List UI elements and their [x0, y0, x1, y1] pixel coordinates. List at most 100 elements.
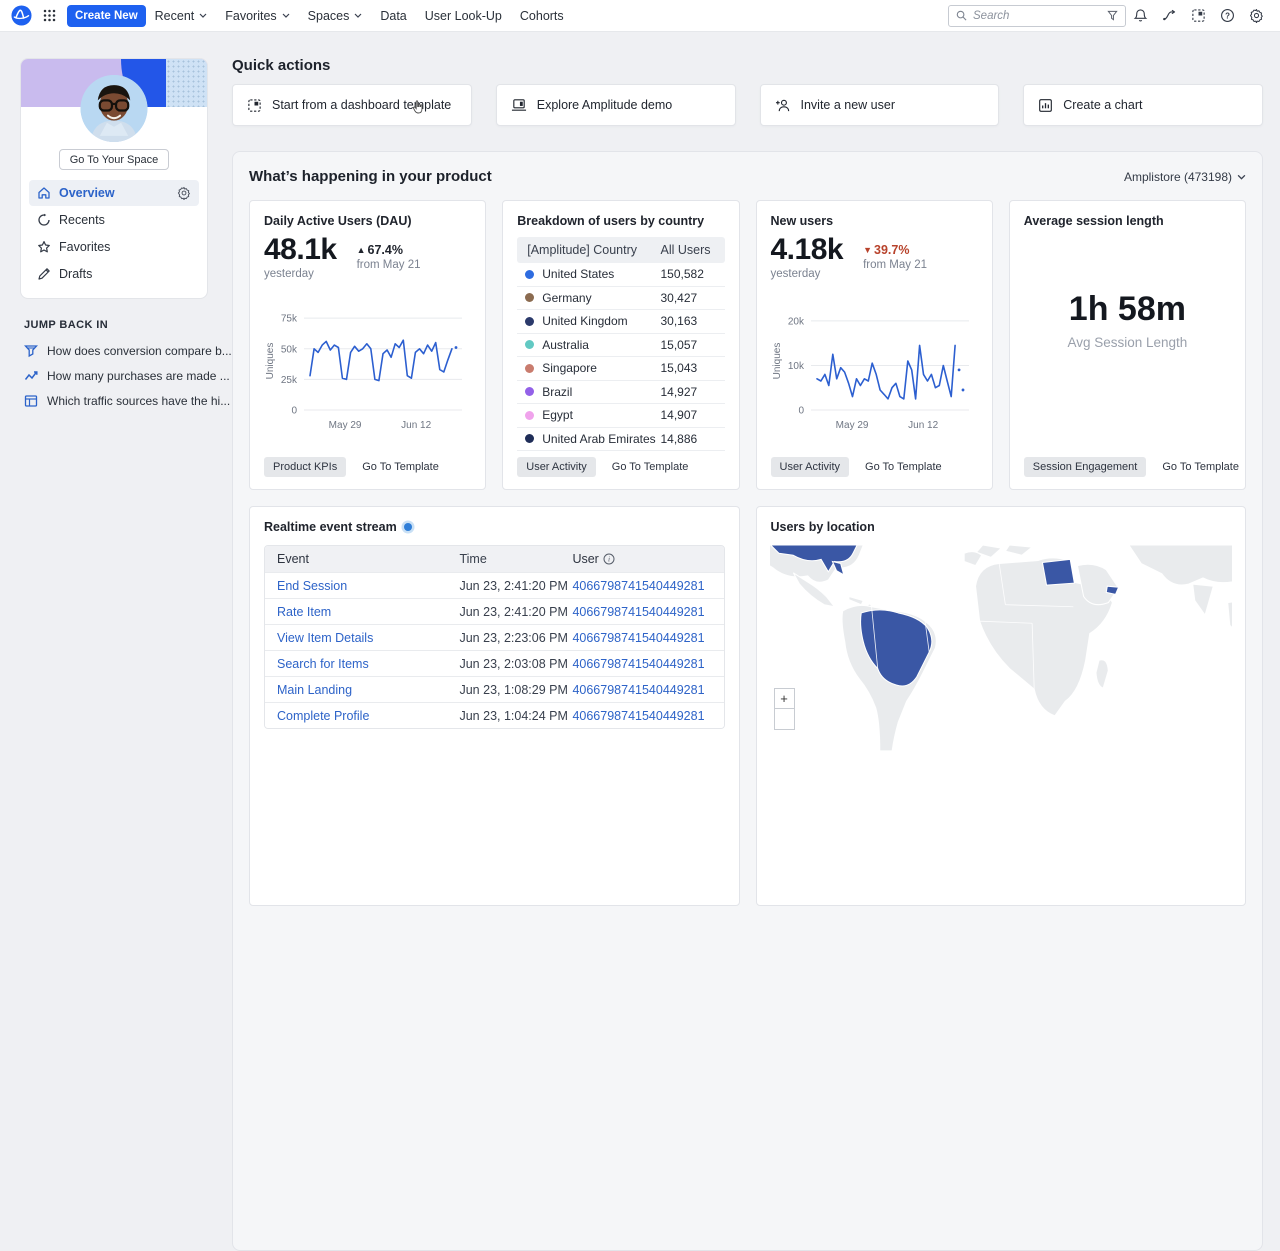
event-table-header: Event Time Useri — [265, 546, 724, 572]
quick-actions-title: Quick actions — [232, 57, 1263, 74]
go-to-template-link[interactable]: Go To Template — [865, 461, 942, 473]
jump-item-label: How does conversion compare b... — [47, 344, 232, 358]
country-value: 14,927 — [661, 385, 725, 399]
quick-action-dashboard-template[interactable]: Start from a dashboard template — [232, 84, 472, 126]
go-to-template-link[interactable]: Go To Template — [1162, 461, 1239, 473]
home-icon — [37, 186, 51, 200]
category-chip[interactable]: Session Engagement — [1024, 457, 1147, 477]
event-link[interactable]: View Item Details — [277, 631, 373, 645]
notifications-bell-icon[interactable] — [1126, 1, 1155, 30]
nav-favorites[interactable]: Favorites — [216, 0, 298, 32]
create-new-button[interactable]: Create New — [67, 5, 146, 27]
search-field[interactable] — [973, 10, 1101, 22]
demo-laptop-icon — [511, 98, 527, 112]
new-users-card-title: New users — [771, 214, 978, 228]
user-id-link[interactable]: 4066798741540449281 — [572, 605, 704, 619]
user-id-link[interactable]: 4066798741540449281 — [572, 683, 704, 697]
go-to-template-link[interactable]: Go To Template — [362, 461, 439, 473]
sidebar-item-drafts[interactable]: Drafts — [29, 261, 199, 287]
filter-funnel-icon[interactable] — [1107, 10, 1118, 21]
user-id-link[interactable]: 4066798741540449281 — [572, 709, 704, 723]
nav-cohorts[interactable]: Cohorts — [511, 0, 573, 32]
quick-action-explore-demo[interactable]: Explore Amplitude demo — [496, 84, 736, 126]
avg-session-caption: Avg Session Length — [1024, 335, 1231, 350]
country-name: United Arab Emirates — [542, 432, 660, 446]
quick-action-invite-user[interactable]: Invite a new user — [760, 84, 1000, 126]
project-selector[interactable]: Amplistore (473198) — [1124, 170, 1246, 184]
line-chart-icon — [24, 369, 38, 383]
new-users-delta-caption: from May 21 — [863, 259, 927, 271]
event-time: Jun 23, 1:04:24 PM — [459, 709, 572, 723]
sidebar-item-recents[interactable]: Recents — [29, 207, 199, 233]
svg-text:10k: 10k — [787, 360, 804, 371]
event-row: View Item Details Jun 23, 2:23:06 PM 406… — [265, 624, 724, 650]
series-color-dot — [525, 317, 534, 326]
nav-user-look-up[interactable]: User Look-Up — [416, 0, 511, 32]
mouse-cursor-pointer — [411, 100, 426, 116]
help-icon[interactable]: ? — [1213, 1, 1242, 30]
series-color-dot — [525, 387, 534, 396]
go-to-template-link[interactable]: Go To Template — [612, 461, 689, 473]
space-settings-gear-icon[interactable] — [177, 186, 191, 200]
event-time: Jun 23, 2:41:20 PM — [459, 579, 572, 593]
event-link[interactable]: Rate Item — [277, 605, 331, 619]
amplitude-logo[interactable] — [11, 5, 32, 26]
search-input[interactable] — [948, 5, 1126, 27]
new-users-line-chart[interactable]: 010k20kUniquesMay 29Jun 12 — [771, 302, 977, 448]
country-row[interactable]: Brazil 14,927 — [517, 381, 724, 405]
pencil-icon — [37, 267, 51, 281]
event-link[interactable]: Complete Profile — [277, 709, 369, 723]
info-icon: i — [603, 553, 615, 565]
nav-spaces[interactable]: Spaces — [299, 0, 372, 32]
jump-item-funnel-chart[interactable]: How does conversion compare b... — [24, 344, 208, 358]
avatar[interactable] — [81, 75, 148, 142]
country-row[interactable]: Singapore 15,043 — [517, 357, 724, 381]
user-id-link[interactable]: 4066798741540449281 — [572, 579, 704, 593]
apps-grid-icon[interactable] — [38, 5, 60, 27]
main-content: Quick actions Start from a dashboard tem… — [232, 32, 1263, 1251]
svg-text:Uniques: Uniques — [772, 342, 783, 379]
country-column-header: [Amplitude] Country — [527, 243, 660, 257]
dau-line-chart[interactable]: 025k50k75kUniquesMay 29Jun 12 — [264, 302, 470, 448]
go-to-your-space-button[interactable]: Go To Your Space — [59, 149, 169, 170]
sidebar-item-overview[interactable]: Overview — [29, 180, 199, 206]
settings-gear-icon[interactable] — [1242, 1, 1271, 30]
sidebar-menu: Overview Recents Favorites Drafts — [21, 170, 207, 290]
country-row[interactable]: United Kingdom 30,163 — [517, 310, 724, 334]
country-row[interactable]: Germany 30,427 — [517, 287, 724, 311]
svg-text:Jun 12: Jun 12 — [908, 420, 938, 431]
category-chip[interactable]: User Activity — [517, 457, 596, 477]
country-value: 14,886 — [661, 432, 725, 446]
panel-title: What’s happening in your product — [249, 168, 492, 185]
event-link[interactable]: Search for Items — [277, 657, 369, 671]
user-id-link[interactable]: 4066798741540449281 — [572, 657, 704, 671]
svg-text:75k: 75k — [281, 313, 298, 324]
nav-recent[interactable]: Recent — [146, 0, 217, 32]
country-row[interactable]: Egypt 14,907 — [517, 404, 724, 428]
table-icon — [24, 394, 38, 408]
country-row[interactable]: United Arab Emirates 14,886 — [517, 428, 724, 452]
series-color-dot — [525, 270, 534, 279]
country-row[interactable]: Australia 15,057 — [517, 334, 724, 358]
category-chip[interactable]: Product KPIs — [264, 457, 346, 477]
jump-item-label: Which traffic sources have the hi... — [47, 394, 230, 408]
user-id-link[interactable]: 4066798741540449281 — [572, 631, 704, 645]
event-row: Main Landing Jun 23, 1:08:29 PM 40667987… — [265, 676, 724, 702]
world-map[interactable]: + — [770, 545, 1233, 895]
event-link[interactable]: End Session — [277, 579, 347, 593]
dau-delta: ▲67.4% — [357, 243, 421, 257]
country-table-header: [Amplitude] Country All Users — [517, 237, 724, 263]
zoom-in-button[interactable]: + — [774, 688, 795, 709]
journeys-icon[interactable] — [1155, 1, 1184, 30]
sidebar-item-favorites[interactable]: Favorites — [29, 234, 199, 260]
country-value: 30,427 — [661, 291, 725, 305]
event-link[interactable]: Main Landing — [277, 683, 352, 697]
jump-item-table-chart[interactable]: Which traffic sources have the hi... — [24, 394, 208, 408]
jump-item-line-chart[interactable]: How many purchases are made ... — [24, 369, 208, 383]
quick-action-create-chart[interactable]: Create a chart — [1023, 84, 1263, 126]
country-card-title: Breakdown of users by country — [517, 214, 724, 228]
templates-icon[interactable] — [1184, 1, 1213, 30]
nav-data[interactable]: Data — [371, 0, 415, 32]
category-chip[interactable]: User Activity — [771, 457, 850, 477]
country-row[interactable]: United States 150,582 — [517, 263, 724, 287]
